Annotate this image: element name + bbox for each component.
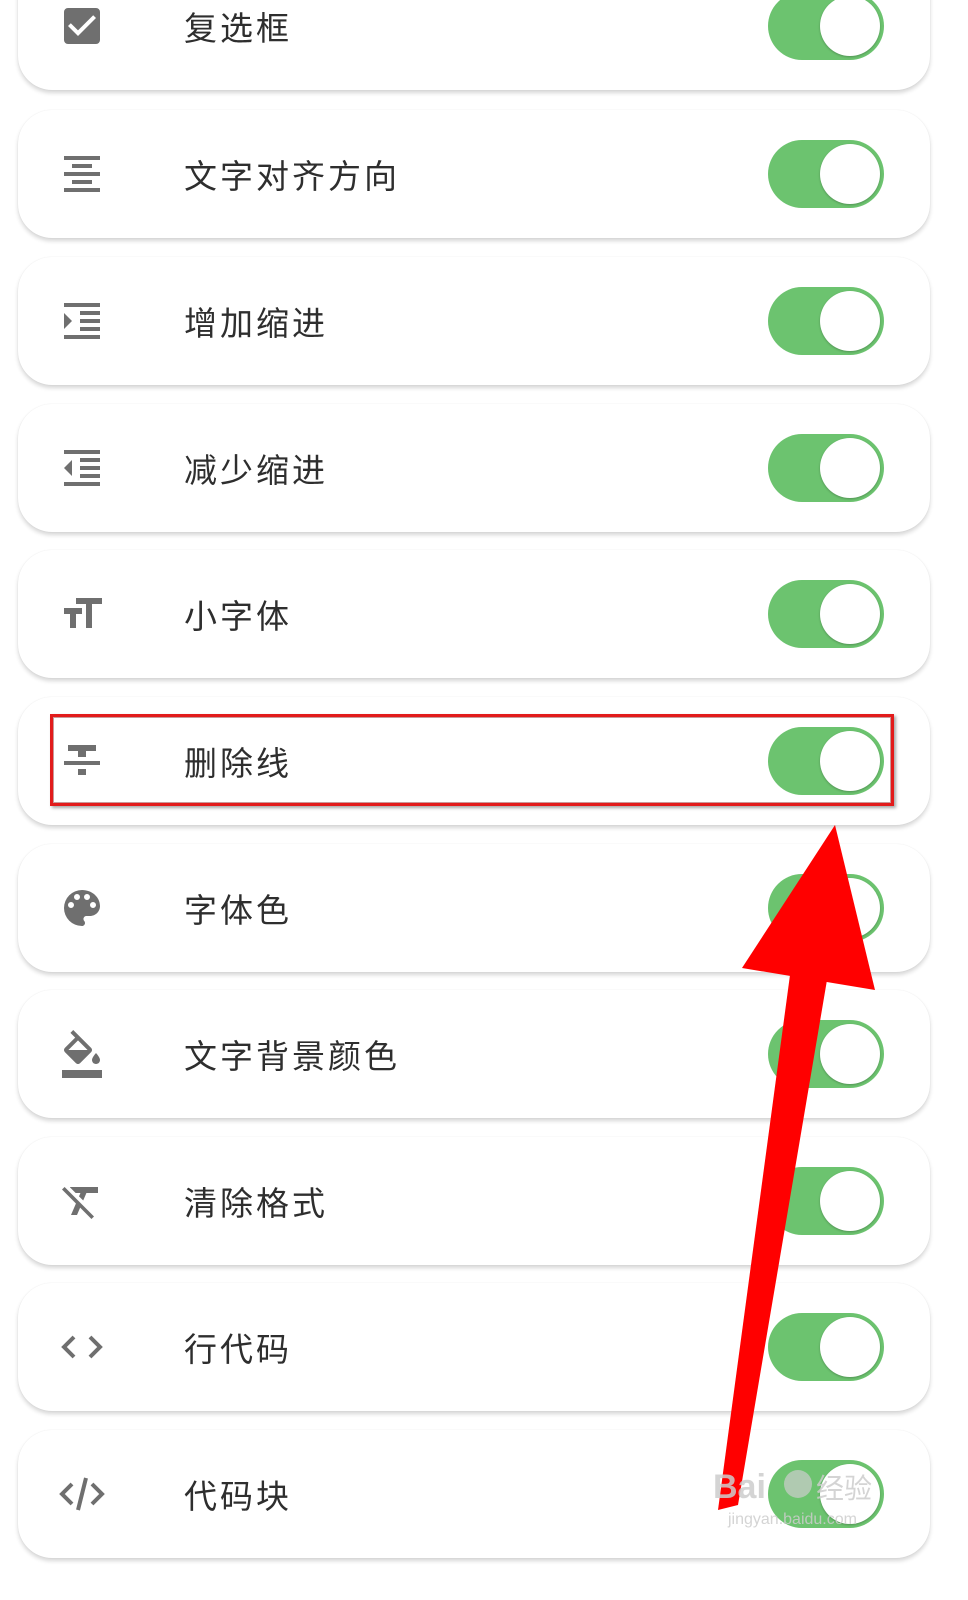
setting-label: 清除格式 [184, 1184, 328, 1223]
setting-row-text-bg-color: 文字背景颜色 [18, 990, 930, 1118]
toggle-switch[interactable] [768, 874, 884, 942]
setting-label: 文字对齐方向 [184, 157, 400, 196]
setting-row-small-font: 小字体 [18, 550, 930, 678]
toggle-switch[interactable] [768, 1167, 884, 1235]
align-center-icon [58, 150, 106, 198]
toggle-switch[interactable] [768, 287, 884, 355]
toggle-knob [820, 584, 880, 644]
setting-row-indent-decrease: 减少缩进 [18, 404, 930, 532]
setting-label: 行代码 [184, 1330, 292, 1369]
toggle-knob [820, 1171, 880, 1231]
setting-row-indent-increase: 增加缩进 [18, 257, 930, 385]
baidu-logo: Bai 经验 jingyan.baidu.com [713, 1468, 872, 1528]
code-block-icon [58, 1470, 106, 1518]
setting-row-checkbox: 复选框 [18, 0, 930, 90]
toggle-knob [820, 1317, 880, 1377]
setting-label: 减少缩进 [184, 451, 328, 490]
toggle-knob [820, 438, 880, 498]
toggle-switch[interactable] [768, 1020, 884, 1088]
checkbox-icon [58, 2, 106, 50]
toggle-switch[interactable] [768, 580, 884, 648]
annotation-highlight-box [50, 714, 894, 806]
indent-increase-icon [58, 297, 106, 345]
svg-text:经验: 经验 [816, 1472, 872, 1505]
toggle-knob [820, 878, 880, 938]
toggle-switch[interactable] [768, 0, 884, 60]
toggle-knob [820, 144, 880, 204]
svg-text:Bai: Bai [713, 1468, 766, 1506]
fill-color-icon [58, 1030, 106, 1078]
setting-row-clear-format: 清除格式 [18, 1137, 930, 1265]
setting-label: 增加缩进 [184, 304, 328, 343]
toggle-switch[interactable] [768, 1313, 884, 1381]
svg-text:jingyan.baidu.com: jingyan.baidu.com [727, 1511, 857, 1528]
setting-label: 代码块 [184, 1477, 292, 1516]
setting-row-font-color: 字体色 [18, 844, 930, 972]
toggle-knob [820, 1024, 880, 1084]
setting-row-inline-code: 行代码 [18, 1283, 930, 1411]
toggle-switch[interactable] [768, 140, 884, 208]
toggle-switch[interactable] [768, 434, 884, 502]
setting-label: 小字体 [184, 597, 292, 636]
setting-label: 复选框 [184, 9, 292, 48]
baidu-watermark: Bai 经验 jingyan.baidu.com [708, 1460, 898, 1530]
setting-row-text-align: 文字对齐方向 [18, 110, 930, 238]
toggle-knob [820, 291, 880, 351]
palette-icon [58, 884, 106, 932]
setting-label: 字体色 [184, 891, 292, 930]
setting-label: 文字背景颜色 [184, 1037, 400, 1076]
indent-decrease-icon [58, 444, 106, 492]
toggle-knob [820, 0, 880, 56]
text-size-icon [58, 590, 106, 638]
clear-format-icon [58, 1177, 106, 1225]
inline-code-icon [58, 1323, 106, 1371]
